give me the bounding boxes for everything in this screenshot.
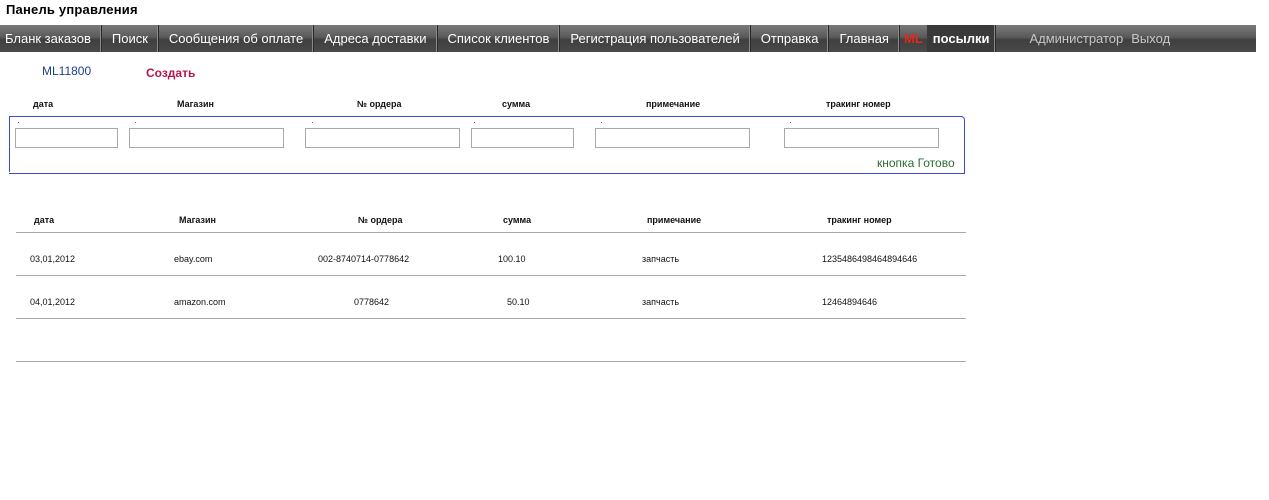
row-note: запчасть — [642, 254, 680, 264]
table-header-tracking: тракинг номер — [827, 215, 892, 225]
form-tick — [135, 122, 136, 123]
store-input[interactable] — [129, 128, 284, 148]
nav-home[interactable]: Главная — [829, 25, 900, 52]
row-date: 04,01,2012 — [30, 297, 76, 307]
form-tick — [790, 122, 791, 123]
form-tick — [312, 122, 313, 123]
nav-ml-logo[interactable]: ML — [900, 25, 927, 52]
table-divider — [16, 361, 966, 362]
form-tick — [601, 122, 602, 123]
form-tick — [18, 122, 19, 123]
nav-shipping[interactable]: Отправка — [751, 25, 830, 52]
amount-input[interactable] — [471, 128, 574, 148]
form-box-left-edge — [9, 116, 11, 172]
row-tracking: 12464894646 — [822, 297, 878, 307]
form-header-date: дата — [33, 99, 54, 109]
done-button[interactable]: кнопка Готово — [877, 156, 955, 170]
row-tracking: 1235486498464894646 — [822, 254, 918, 264]
form-header-note: примечание — [646, 99, 701, 109]
nav-user-registration[interactable]: Регистрация пользователей — [560, 25, 751, 52]
order-number-input[interactable] — [305, 128, 460, 148]
row-store: amazon.com — [174, 297, 226, 307]
table-header-order-number: № ордера — [358, 215, 403, 225]
note-input[interactable] — [595, 128, 750, 148]
row-store: ebay.com — [174, 254, 213, 264]
nav-client-list[interactable]: Список клиентов — [438, 25, 561, 52]
row-order-number: 0778642 — [354, 297, 390, 307]
table-divider — [16, 318, 966, 319]
form-header-tracking: тракинг номер — [826, 99, 891, 109]
table-header-date: дата — [34, 215, 55, 225]
nav-payment-messages[interactable]: Сообщения об оплате — [159, 25, 315, 52]
table-header-amount: сумма — [503, 215, 532, 225]
nav-logout[interactable]: Выход — [1131, 25, 1170, 52]
form-header-order-number: № ордера — [357, 99, 402, 109]
tracking-input[interactable] — [784, 128, 939, 148]
row-order-number: 002-8740714-0778642 — [318, 254, 410, 264]
form-header-amount: сумма — [502, 99, 531, 109]
nav-delivery-addresses[interactable]: Адреса доставки — [314, 25, 438, 52]
nav-order-form[interactable]: Бланк заказов — [0, 25, 102, 52]
row-note: запчасть — [642, 297, 680, 307]
table-header-note: примечание — [647, 215, 702, 225]
order-id: ML11800 — [42, 64, 92, 78]
row-amount: 100.10 — [498, 254, 526, 264]
nav-parcels[interactable]: посылки — [926, 25, 997, 52]
form-tick — [474, 122, 475, 123]
nav-admin-user[interactable]: Администратор — [1029, 25, 1123, 52]
row-date: 03,01,2012 — [30, 254, 76, 264]
table-row[interactable]: 04,01,2012 amazon.com 0778642 50.10 запч… — [0, 276, 966, 318]
page-title: Панель управления — [6, 2, 138, 17]
nav-search[interactable]: Поиск — [102, 25, 159, 52]
table-row[interactable]: 03,01,2012 ebay.com 002-8740714-0778642 … — [0, 233, 966, 275]
row-amount: 50.10 — [507, 297, 530, 307]
create-button[interactable]: Создать — [146, 66, 195, 80]
table-header-store: Магазин — [179, 215, 216, 225]
date-input[interactable] — [15, 128, 118, 148]
form-header-store: Магазин — [177, 99, 214, 109]
top-nav-bar: Бланк заказов Поиск Сообщения об оплате … — [0, 25, 1256, 52]
